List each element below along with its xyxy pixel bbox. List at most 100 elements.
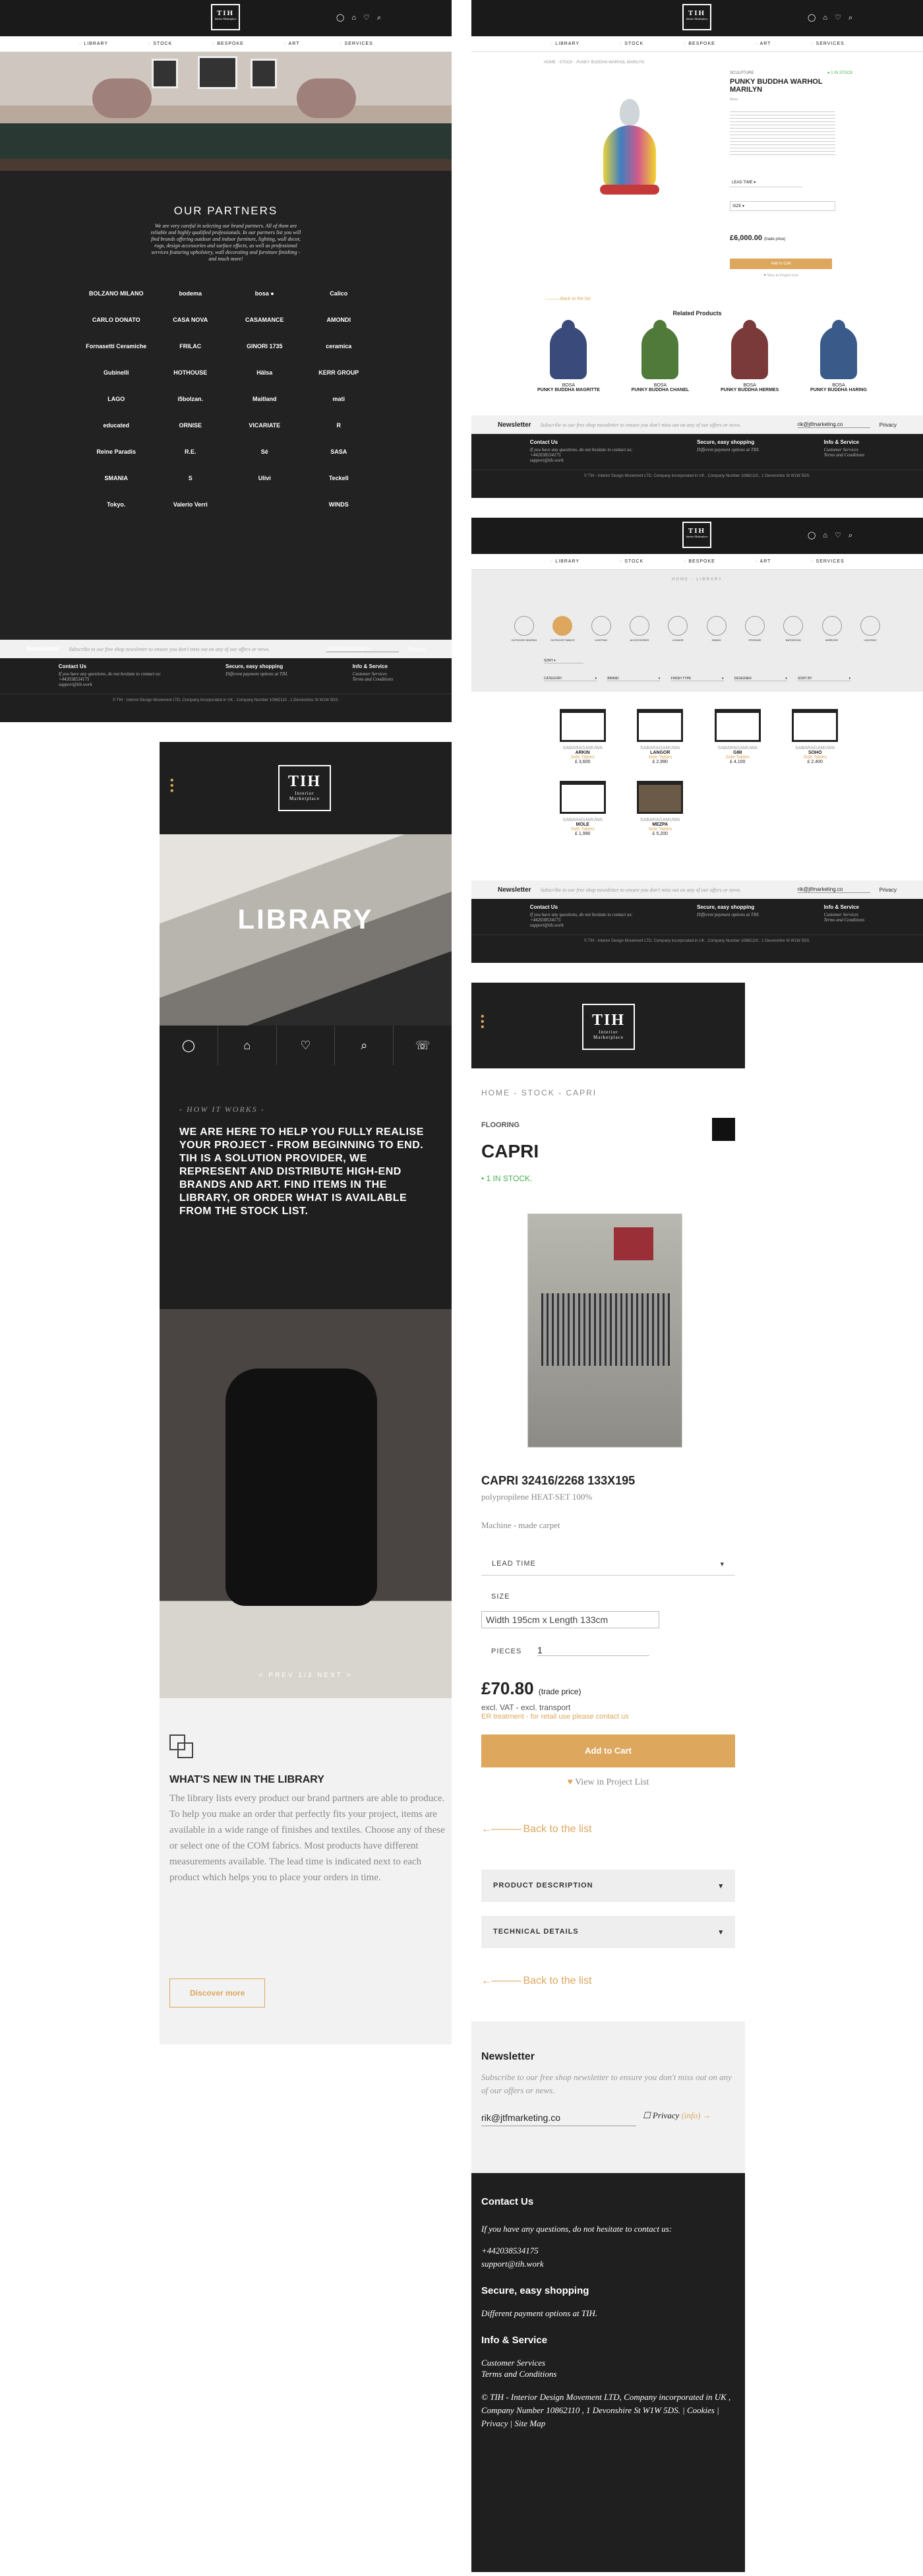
category-item[interactable]: BATHROOM (777, 616, 810, 642)
footer-phone[interactable]: +442038534175 (59, 677, 162, 682)
nav-services[interactable]: Services (339, 42, 372, 46)
partner-logo[interactable]: ceramica (309, 343, 370, 350)
partner-logo[interactable]: Sé (234, 448, 295, 455)
partner-logo[interactable]: BOLZANO MILANO (86, 290, 147, 297)
add-to-cart-button[interactable]: Add to Cart (730, 259, 832, 269)
partner-logo[interactable]: Reine Paradis (86, 448, 147, 455)
header-icons[interactable]: ◯ ⌂ ♡ ⌕ (808, 531, 855, 540)
breadcrumb[interactable]: HOME - STOCK - PUNKY BUDDHA WARHOL MARIL… (544, 61, 644, 65)
newsletter-email[interactable]: rik@jtfmarketing.co (481, 2112, 636, 2126)
footer-phone[interactable]: +442038534175 (530, 452, 633, 458)
nav-bespoke[interactable]: Bespoke (212, 42, 244, 46)
partner-logo[interactable]: GINORI 1735 (234, 343, 295, 350)
menu-dots-icon[interactable]: • • • (481, 1012, 485, 1033)
newsletter-email[interactable]: rik@jtfmarketing.co (797, 421, 870, 428)
newsletter-email[interactable]: rik@jtfmarketing.co (326, 646, 399, 652)
category-item[interactable]: MIRRORS (816, 616, 849, 642)
lead-time-select[interactable]: LEAD TIME ▾ (730, 178, 802, 187)
partner-logo[interactable]: Ulivi (234, 475, 295, 481)
category-item[interactable]: DINING (700, 616, 733, 642)
nav-library[interactable]: Library (550, 559, 580, 564)
partner-logo[interactable]: WINDS (309, 501, 370, 508)
footer-info-link[interactable]: Customer Services (824, 447, 865, 452)
partner-logo[interactable]: mati (309, 396, 370, 402)
filter-select[interactable]: CATEGORY ▾ (544, 677, 597, 681)
nav-art[interactable]: Art (755, 559, 771, 564)
lead-time-select[interactable]: LEAD TIME ▾ (481, 1553, 735, 1576)
filter-select[interactable]: BRAND ▾ (607, 677, 661, 681)
footer-email[interactable]: support@tih.work (530, 458, 633, 463)
nav-bespoke[interactable]: Bespoke (683, 559, 715, 564)
partner-logo[interactable]: bosa ● (234, 290, 295, 297)
partner-logo[interactable]: FRILAC (160, 343, 222, 350)
header-icons[interactable]: ◯ ⌂ ♡ ⌕ (808, 13, 855, 22)
partner-logo[interactable]: SMANIA (86, 475, 147, 481)
footer-info-link[interactable]: Customer Services (824, 912, 865, 917)
back-to-list[interactable]: Back to the list (481, 1824, 591, 1835)
partner-logo[interactable]: Teckell (309, 475, 370, 481)
partner-logo[interactable]: S (160, 475, 222, 481)
partner-logo[interactable]: bodema (160, 290, 222, 297)
footer-info-link[interactable]: Terms and Conditions (824, 917, 865, 923)
add-to-cart-button[interactable]: Add to Cart (481, 1734, 735, 1767)
back-to-list[interactable]: Back to the list (544, 297, 591, 301)
footer-email[interactable]: support@tih.work (481, 2259, 544, 2269)
footer-phone[interactable]: +442038534175 (530, 917, 633, 923)
partner-logo[interactable]: CASAMANCE (234, 317, 295, 323)
footer-phone[interactable]: +442038534175 (481, 2246, 539, 2256)
partner-logo[interactable]: Gubinelli (86, 369, 147, 376)
category-item[interactable]: OUTDOOR SEATING (508, 616, 541, 642)
category-item[interactable]: LIGHTING (585, 616, 618, 642)
product-card[interactable]: SABARAGAMUWA LANGOR Side Tables £ 2,990 (622, 709, 700, 764)
partner-logo[interactable]: CARLO DONATO (86, 317, 147, 323)
newsletter-email[interactable]: rik@jtfmarketing.co (797, 886, 870, 893)
partner-logo[interactable]: ORNISE (160, 422, 222, 429)
product-card[interactable]: SABARAGAMUWA GIM Side Tables £ 4,100 (699, 709, 777, 764)
privacy-label[interactable]: Privacy (408, 646, 425, 652)
back-to-list[interactable]: Back to the list (481, 1975, 591, 1987)
site-logo[interactable]: TIH Interior Marketplace (278, 765, 331, 811)
category-item[interactable]: ACCESSORIES (623, 616, 656, 642)
partner-logo[interactable]: R.E. (160, 448, 222, 455)
nav-art[interactable]: Art (283, 42, 300, 46)
search-icon[interactable]: ⌕ (335, 1026, 394, 1065)
cart-icon[interactable]: ⌂ (218, 1026, 277, 1065)
header-icons[interactable]: ◯ ⌂ ♡ ⌕ (336, 13, 384, 22)
project-list-link[interactable]: ♥ View in Project List (730, 274, 832, 278)
partner-logo[interactable]: LAGO (86, 396, 147, 402)
partner-logo[interactable]: Fornasetti Ceramiche (86, 343, 147, 350)
product-card[interactable]: SABARAGAMUWA MEZPA Side Tables £ 5,200 (622, 781, 700, 836)
filter-select[interactable]: FINISH TYPE ▾ (670, 677, 724, 681)
partner-logo[interactable]: KERR GROUP (309, 369, 370, 376)
category-item[interactable]: LIGHTING (854, 616, 887, 642)
nav-services[interactable]: Services (810, 559, 844, 564)
partner-logo[interactable]: CASA NOVA (160, 317, 222, 323)
product-description-accordion[interactable]: PRODUCT DESCRIPTION ▾ (481, 1870, 735, 1902)
related-product-card[interactable]: BOSA PUNKY BUDDHA HARING (810, 320, 867, 392)
nav-bespoke[interactable]: Bespoke (683, 42, 715, 46)
retail-note[interactable]: ER treatment - for retail use please con… (481, 1713, 629, 1721)
privacy-checkbox[interactable]: ☐ Privacy (info) → (643, 2110, 711, 2121)
partner-logo[interactable]: VICARIATE (234, 422, 295, 429)
site-logo[interactable]: TIH Interior Marketplace (582, 1004, 635, 1050)
partner-logo[interactable]: Tokyo. (86, 501, 147, 508)
partner-logo[interactable]: Valerio Verri (160, 501, 222, 508)
privacy-label[interactable]: Privacy (879, 887, 897, 893)
category-item[interactable]: STORAGE (738, 616, 771, 642)
site-logo[interactable]: TIH Interior Marketplace (682, 4, 711, 30)
partner-logo[interactable]: AMONDI (309, 317, 370, 323)
nav-stock[interactable]: Stock (619, 559, 643, 564)
nav-stock[interactable]: Stock (619, 42, 643, 46)
partner-logo[interactable]: R (309, 422, 370, 429)
size-select[interactable]: SIZE ▾ (730, 201, 835, 211)
breadcrumb[interactable]: HOME - STOCK - CAPRI (481, 1088, 597, 1097)
breadcrumb[interactable]: HOME - LIBRARY (471, 578, 923, 582)
cookies-link[interactable]: Cookies (687, 2405, 715, 2415)
size-field[interactable]: Width 195cm x Length 133cm (481, 1611, 659, 1628)
privacy-label[interactable]: Privacy (879, 422, 897, 428)
menu-dots-icon[interactable]: • • • (170, 776, 174, 797)
swatch-icon[interactable] (712, 1118, 735, 1141)
wishlist-icon[interactable]: ♡ (277, 1026, 336, 1065)
technical-details-accordion[interactable]: TECHNICAL DETAILS ▾ (481, 1916, 735, 1948)
related-product-card[interactable]: BOSA PUNKY BUDDHA CHANEL (632, 320, 689, 392)
